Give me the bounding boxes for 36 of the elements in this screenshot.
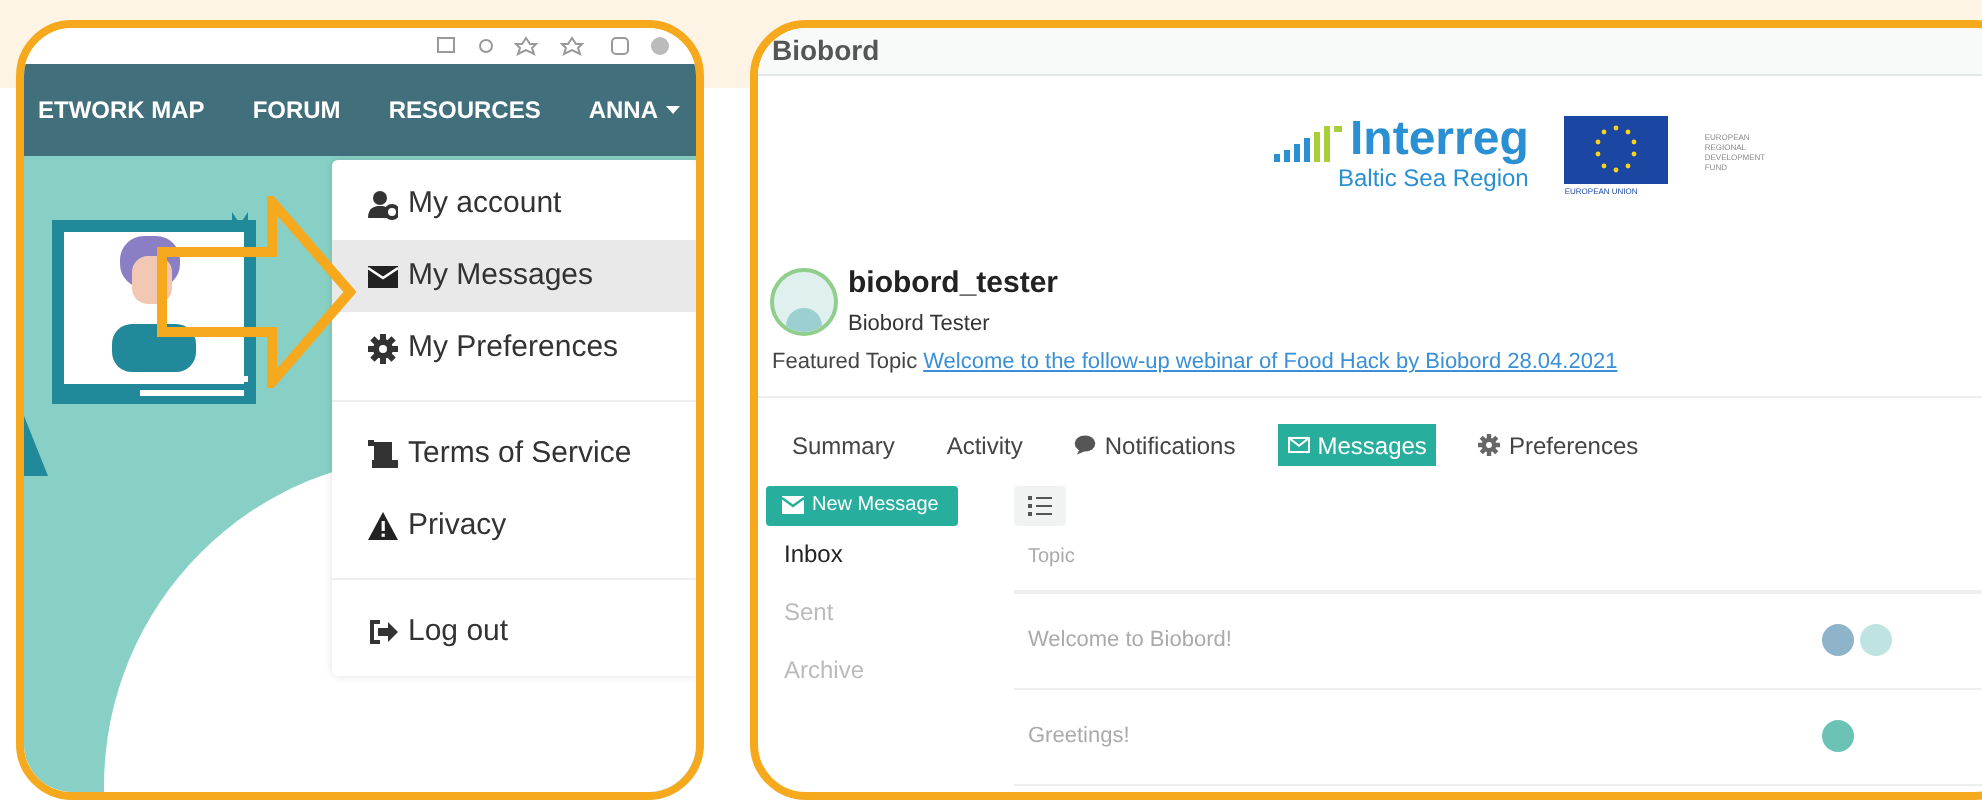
- scroll-icon: [368, 439, 398, 469]
- nav-link[interactable]: ANNA: [588, 92, 680, 128]
- profile-tab[interactable]: Preferences: [1468, 424, 1649, 466]
- envelope-icon: [782, 496, 804, 514]
- signal-bars-icon: [1274, 124, 1346, 164]
- nav-link[interactable]: FORUM: [252, 92, 341, 128]
- column-header: Topic: [1028, 544, 1075, 572]
- username: biobord_tester: [848, 264, 1059, 304]
- warning-icon: [368, 511, 398, 541]
- list-view-button[interactable]: [1014, 485, 1066, 525]
- sign-out-icon: [368, 617, 398, 647]
- envelope-icon: [368, 261, 398, 291]
- profile-tab[interactable]: Notifications: [1064, 424, 1246, 466]
- table-cell-text: Welcome to Biobord!: [1028, 625, 1234, 656]
- full-name: Biobord Tester: [848, 309, 992, 339]
- gear-icon: [368, 333, 398, 363]
- site-title: Biobord: [772, 32, 880, 70]
- browser-toolbar-icons-drawing[interactable]: [436, 36, 672, 56]
- logo-wordmark: Interreg: [1350, 116, 1529, 164]
- profile-tab[interactable]: Summary: [782, 424, 905, 466]
- user-gear-icon: [368, 189, 398, 219]
- featured-label: Featured Topic: [772, 348, 918, 378]
- speech-bubble-icon: [1074, 434, 1097, 456]
- list-icon: [1028, 495, 1052, 515]
- profile-tab[interactable]: Activity: [936, 424, 1033, 466]
- nav-link[interactable]: ETWORK MAP: [37, 92, 205, 128]
- nav-link[interactable]: RESOURCES: [388, 92, 541, 128]
- table-cell-text: Greetings!: [1028, 721, 1132, 752]
- envelope-icon: [1287, 434, 1310, 456]
- gear-icon: [1478, 434, 1501, 456]
- menu-item[interactable]: My Messages: [332, 240, 696, 312]
- folder-link[interactable]: Inbox: [766, 525, 958, 583]
- avatar-icon: [770, 267, 838, 335]
- logo-subtitle: Baltic Sea Region: [1337, 164, 1529, 194]
- eu-flag-icon: [1564, 116, 1669, 184]
- triangle-shape: [24, 416, 48, 476]
